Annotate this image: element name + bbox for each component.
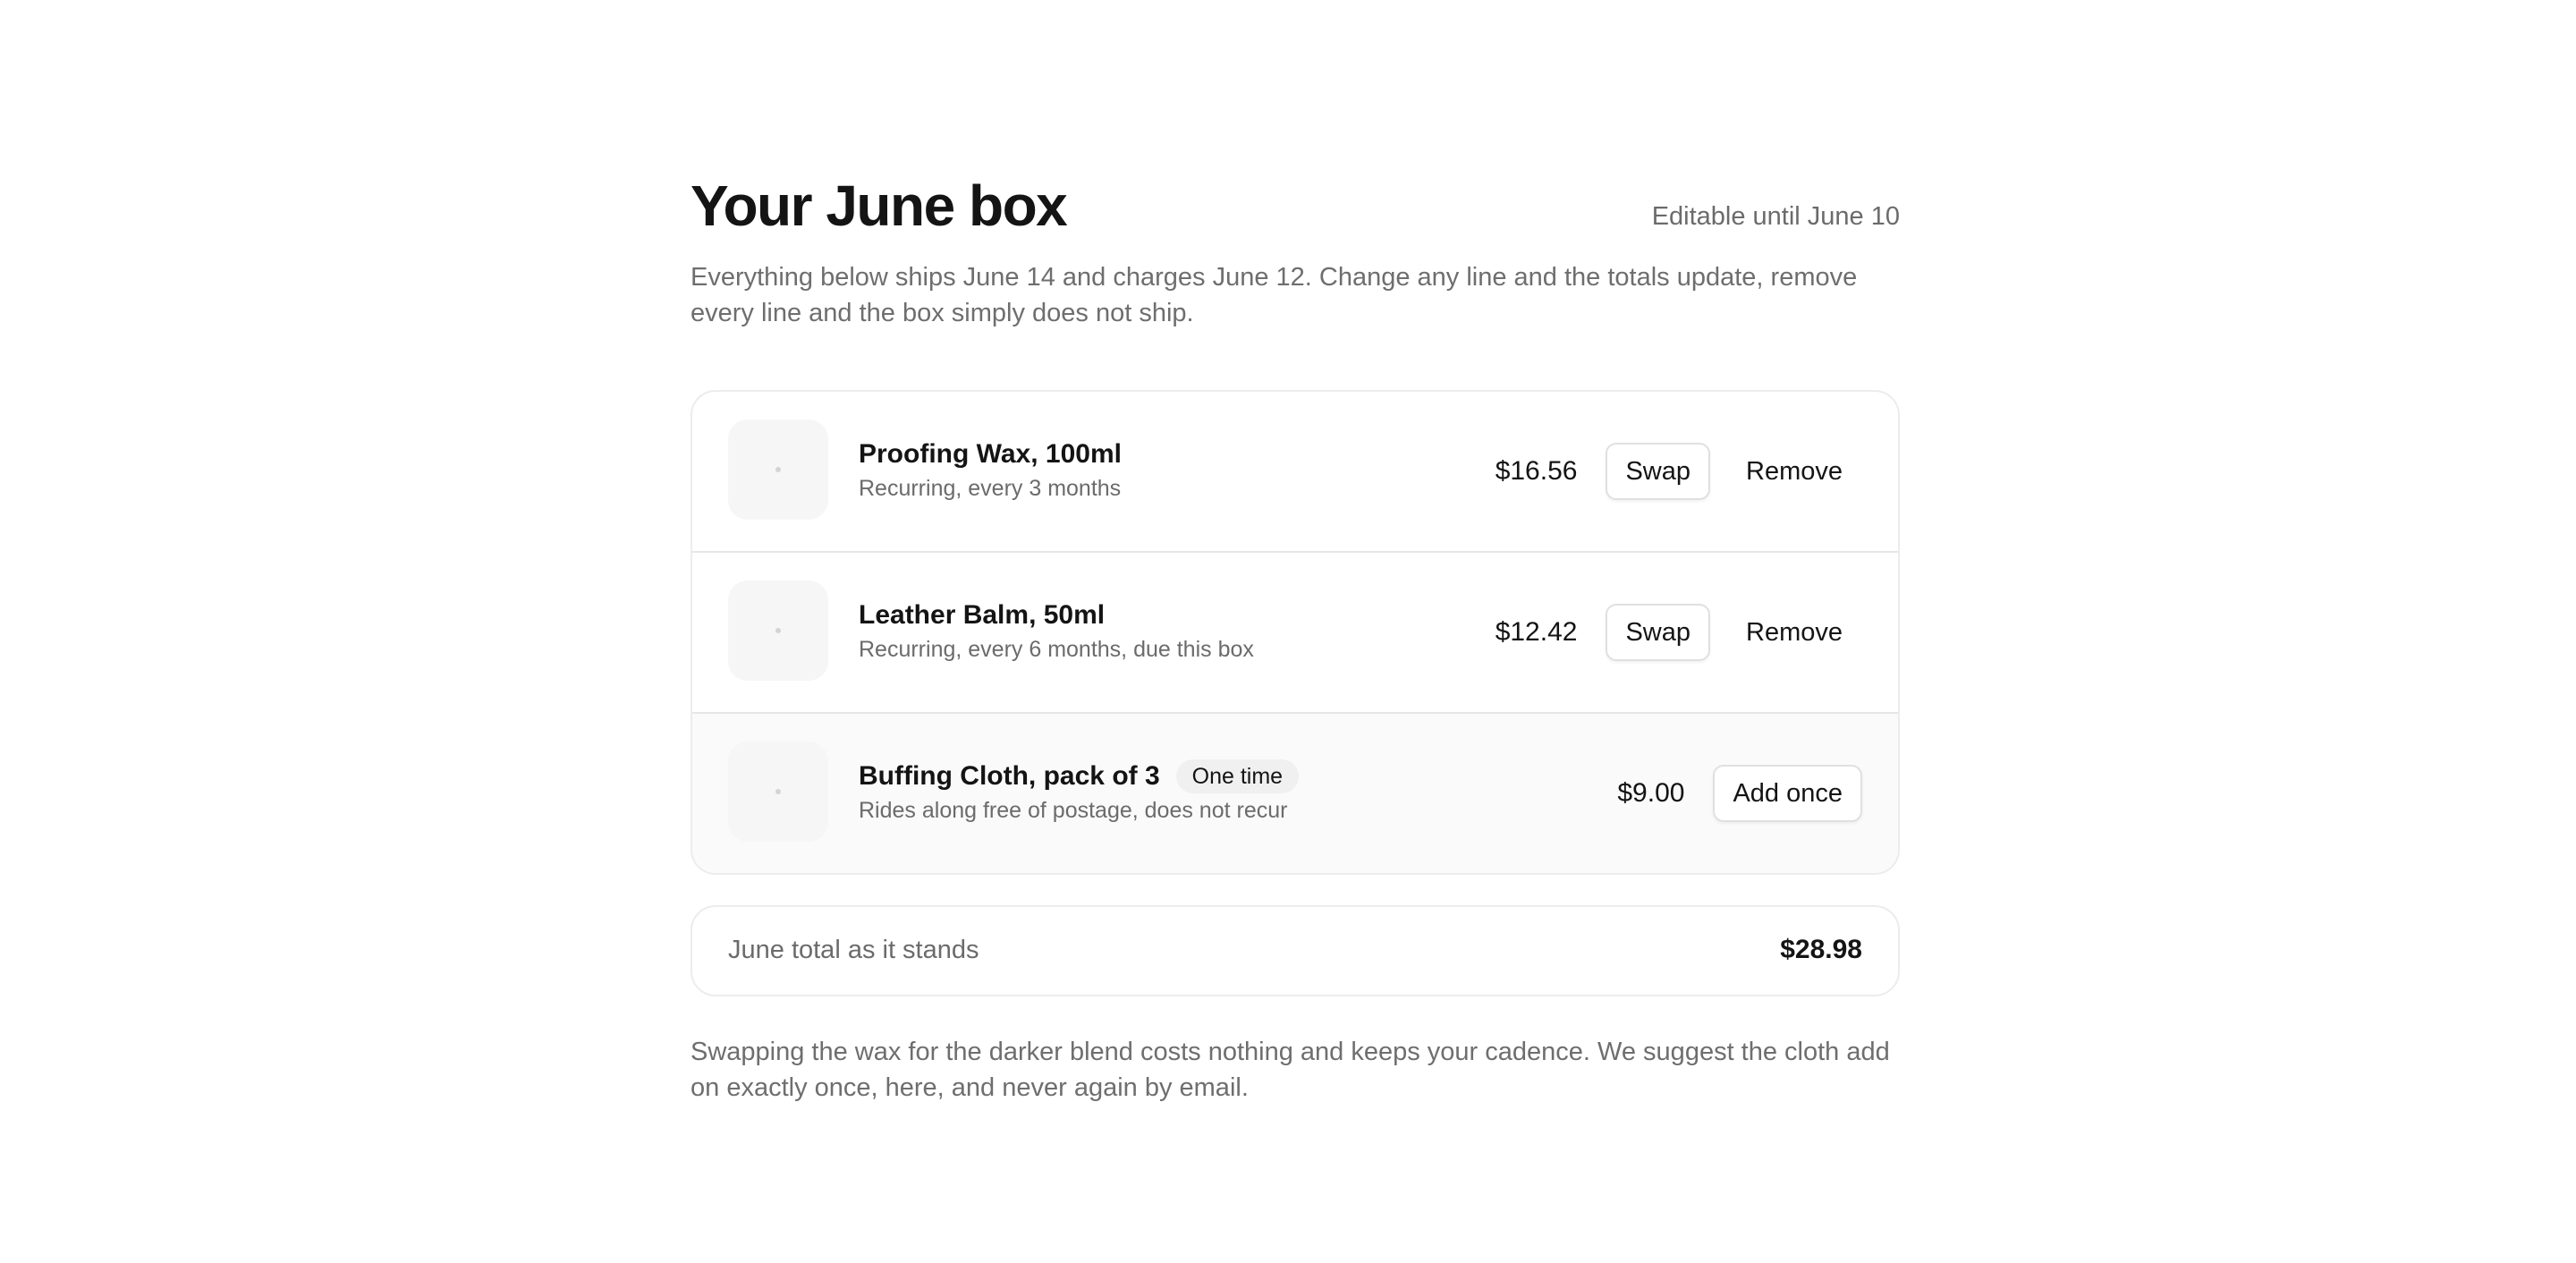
- item-details: Proofing Wax, 100ml Recurring, every 3 m…: [859, 437, 1122, 503]
- editable-until-note: Editable until June 10: [1651, 202, 1900, 231]
- one-time-badge: One time: [1175, 759, 1300, 793]
- footnote-text: Swapping the wax for the darker blend co…: [691, 1038, 1890, 1102]
- placeholder-dot-icon: [775, 628, 781, 633]
- box-item-proofing-wax: Proofing Wax, 100ml Recurring, every 3 m…: [692, 392, 1898, 551]
- item-subtitle: Recurring, every 3 months: [859, 476, 1122, 501]
- page-header: Your June box Editable until June 10: [691, 170, 1900, 259]
- item-name: Proofing Wax, 100ml: [859, 439, 1122, 469]
- item-actions: $12.42 Swap Remove: [1496, 553, 1862, 712]
- item-subtitle: Recurring, every 6 months, due this box: [859, 637, 1254, 662]
- item-details: Leather Balm, 50ml Recurring, every 6 mo…: [859, 598, 1254, 664]
- item-actions: $9.00 Add once: [1617, 714, 1862, 873]
- item-price: $12.42: [1495, 617, 1578, 647]
- total-summary: June total as it stands $28.98: [691, 905, 1900, 996]
- upsell-item-buffing-cloth: Buffing Cloth, pack of 3 One time Rides …: [692, 712, 1898, 873]
- remove-button[interactable]: Remove: [1726, 604, 1862, 661]
- total-label: June total as it stands: [728, 936, 979, 964]
- item-price: $16.56: [1495, 456, 1578, 486]
- box-item-leather-balm: Leather Balm, 50ml Recurring, every 6 mo…: [692, 551, 1898, 712]
- product-thumbnail: [728, 742, 828, 842]
- item-details: Buffing Cloth, pack of 3 One time Rides …: [859, 759, 1300, 825]
- box-items-list: Proofing Wax, 100ml Recurring, every 3 m…: [691, 390, 1900, 875]
- item-name: Leather Balm, 50ml: [859, 600, 1106, 630]
- item-actions: $16.56 Swap Remove: [1496, 392, 1862, 551]
- product-thumbnail: [728, 420, 828, 520]
- item-name: Buffing Cloth, pack of 3: [859, 761, 1160, 791]
- intro-text: Everything below ships June 14 and charg…: [691, 263, 1858, 327]
- item-subtitle: Rides along free of postage, does not re…: [859, 798, 1288, 823]
- placeholder-dot-icon: [775, 789, 781, 794]
- swap-button[interactable]: Swap: [1606, 443, 1710, 500]
- placeholder-dot-icon: [775, 467, 781, 472]
- remove-button[interactable]: Remove: [1726, 443, 1862, 500]
- item-price: $9.00: [1617, 778, 1685, 808]
- product-thumbnail: [728, 581, 828, 681]
- june-box-page: Your June box Editable until June 10 Eve…: [691, 170, 1900, 1106]
- add-once-button[interactable]: Add once: [1713, 765, 1862, 822]
- total-value: $28.98: [1780, 935, 1862, 964]
- page-title: Your June box: [691, 174, 1068, 238]
- swap-button[interactable]: Swap: [1606, 604, 1710, 661]
